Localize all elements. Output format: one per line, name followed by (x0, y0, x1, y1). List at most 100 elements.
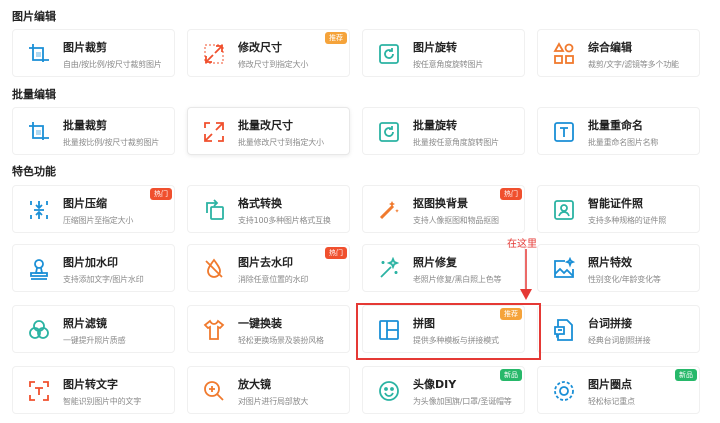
card-desc: 支持多种规格的证件照 (588, 216, 666, 225)
card-remove-watermark[interactable]: 图片去水印 消除任意位置的水印 热门 (187, 244, 350, 292)
shirt-icon (202, 318, 226, 342)
card-avatar-diy[interactable]: 头像DIY 为头像加国旗/口罩/圣诞帽等 新品 (362, 366, 525, 414)
card-image-mark[interactable]: 图片圈点 轻松标记重点 新品 (537, 366, 700, 414)
card-title: 头像DIY (413, 378, 457, 391)
card-title: 批量裁剪 (63, 119, 107, 132)
card-resize[interactable]: 修改尺寸 修改尺寸到指定大小 推荐 (187, 29, 350, 77)
card-title: 图片加水印 (63, 256, 118, 269)
card-image-to-text[interactable]: 图片转文字 智能识别图片中的文字 (12, 366, 175, 414)
card-add-watermark[interactable]: 图片加水印 支持添加文字/图片水印 (12, 244, 175, 292)
card-batch-rotate[interactable]: 批量旋转 批量按任意角度旋转图片 (362, 107, 525, 155)
card-desc: 对图片进行局部放大 (238, 397, 309, 406)
card-outfit-change[interactable]: 一键换装 轻松更换场景及装扮风格 (187, 305, 350, 353)
card-title: 台词拼接 (588, 317, 632, 330)
card-batch-crop[interactable]: 批量裁剪 批量按比例/按尺寸裁剪图片 (12, 107, 175, 155)
section-title-batch-edit: 批量编辑 (12, 88, 56, 101)
card-comprehensive-edit[interactable]: 综合编辑 裁剪/文字/滤镜等多个功能 (537, 29, 700, 77)
card-cutout-background[interactable]: 抠图换背景 支持人像抠图和物品抠图 热门 (362, 185, 525, 233)
card-desc: 消除任意位置的水印 (238, 275, 309, 284)
card-title: 图片去水印 (238, 256, 293, 269)
card-title: 照片滤镜 (63, 317, 107, 330)
card-title: 放大镜 (238, 378, 271, 391)
subtitle-icon (552, 318, 576, 342)
card-title: 图片旋转 (413, 41, 457, 54)
shapes-icon (552, 42, 576, 66)
card-photo-filter[interactable]: 照片滤镜 一键提升照片质感 (12, 305, 175, 353)
card-desc: 批量按任意角度旋转图片 (413, 138, 499, 147)
card-desc: 修改尺寸到指定大小 (238, 60, 309, 69)
stamp-icon (27, 257, 51, 281)
recommend-badge: 推荐 (325, 32, 347, 44)
smiley-icon (377, 379, 401, 403)
card-id-photo[interactable]: 智能证件照 支持多种规格的证件照 (537, 185, 700, 233)
card-subtitle-stitch[interactable]: 台词拼接 经典台词剧照拼接 (537, 305, 700, 353)
card-desc: 批量修改尺寸到指定大小 (238, 138, 324, 147)
card-title: 修改尺寸 (238, 41, 282, 54)
remove-watermark-icon (202, 257, 226, 281)
rotate-icon (377, 42, 401, 66)
card-magnifier[interactable]: 放大镜 对图片进行局部放大 (187, 366, 350, 414)
card-title: 一键换装 (238, 317, 282, 330)
card-desc: 轻松标记重点 (588, 397, 635, 406)
card-title: 照片修复 (413, 256, 457, 269)
cutout-icon (377, 198, 401, 222)
resize-icon (202, 120, 226, 144)
crop-icon (27, 120, 51, 144)
ocr-icon (27, 379, 51, 403)
new-badge: 新品 (500, 369, 522, 381)
card-desc: 批量重命名图片名称 (588, 138, 659, 147)
card-title: 照片特效 (588, 256, 632, 269)
card-compress[interactable]: 图片压缩 压缩图片至指定大小 热门 (12, 185, 175, 233)
card-desc: 智能识别图片中的文字 (63, 397, 141, 406)
card-desc: 经典台词剧照拼接 (588, 336, 651, 345)
circle-mark-icon (552, 379, 576, 403)
card-desc: 压缩图片至指定大小 (63, 216, 134, 225)
card-desc: 轻松更换场景及装扮风格 (238, 336, 324, 345)
card-batch-resize[interactable]: 批量改尺寸 批量修改尺寸到指定大小 (187, 107, 350, 155)
card-photo-restore[interactable]: 照片修复 老照片修复/黑白照上色等 (362, 244, 525, 292)
card-desc: 批量按比例/按尺寸裁剪图片 (63, 138, 160, 147)
card-title: 智能证件照 (588, 197, 643, 210)
card-desc: 支持添加文字/图片水印 (63, 275, 144, 284)
card-title: 图片圈点 (588, 378, 632, 391)
card-photo-effect[interactable]: 照片特效 性别变化/年龄变化等 (537, 244, 700, 292)
card-title: 图片转文字 (63, 378, 118, 391)
magic-wand-icon (377, 257, 401, 281)
new-badge: 新品 (675, 369, 697, 381)
crop-icon (27, 42, 51, 66)
card-title: 图片压缩 (63, 197, 107, 210)
magnifier-icon (202, 379, 226, 403)
card-title: 图片裁剪 (63, 41, 107, 54)
annotation-arrow (520, 249, 532, 300)
convert-icon (202, 198, 226, 222)
resize-icon (202, 42, 226, 66)
effect-icon (552, 257, 576, 281)
card-desc: 支持100多种图片格式互换 (238, 216, 331, 225)
card-desc: 一键提升照片质感 (63, 336, 126, 345)
card-desc: 老照片修复/黑白照上色等 (413, 275, 502, 284)
compress-icon (27, 198, 51, 222)
card-desc: 支持人像抠图和物品抠图 (413, 216, 499, 225)
hot-badge: 热门 (325, 247, 347, 259)
hot-badge: 热门 (500, 188, 522, 200)
card-title: 综合编辑 (588, 41, 632, 54)
section-title-image-edit: 图片编辑 (12, 10, 56, 23)
card-title: 批量改尺寸 (238, 119, 293, 132)
card-desc: 裁剪/文字/滤镜等多个功能 (588, 60, 679, 69)
card-desc: 自由/按比例/按尺寸裁剪图片 (63, 60, 162, 69)
card-title: 批量旋转 (413, 119, 457, 132)
section-title-featured: 特色功能 (12, 165, 56, 178)
card-title: 格式转换 (238, 197, 282, 210)
card-desc: 性别变化/年龄变化等 (588, 275, 661, 284)
annotation-highlight-box (356, 303, 541, 360)
card-image-crop[interactable]: 图片裁剪 自由/按比例/按尺寸裁剪图片 (12, 29, 175, 77)
card-rotate[interactable]: 图片旋转 按任意角度旋转图片 (362, 29, 525, 77)
annotation-label: 在这里 (507, 239, 537, 250)
rotate-icon (377, 120, 401, 144)
card-format-convert[interactable]: 格式转换 支持100多种图片格式互换 (187, 185, 350, 233)
id-photo-icon (552, 198, 576, 222)
text-t-icon (552, 120, 576, 144)
card-desc: 为头像加国旗/口罩/圣诞帽等 (413, 397, 512, 406)
card-desc: 按任意角度旋转图片 (413, 60, 484, 69)
card-batch-rename[interactable]: 批量重命名 批量重命名图片名称 (537, 107, 700, 155)
